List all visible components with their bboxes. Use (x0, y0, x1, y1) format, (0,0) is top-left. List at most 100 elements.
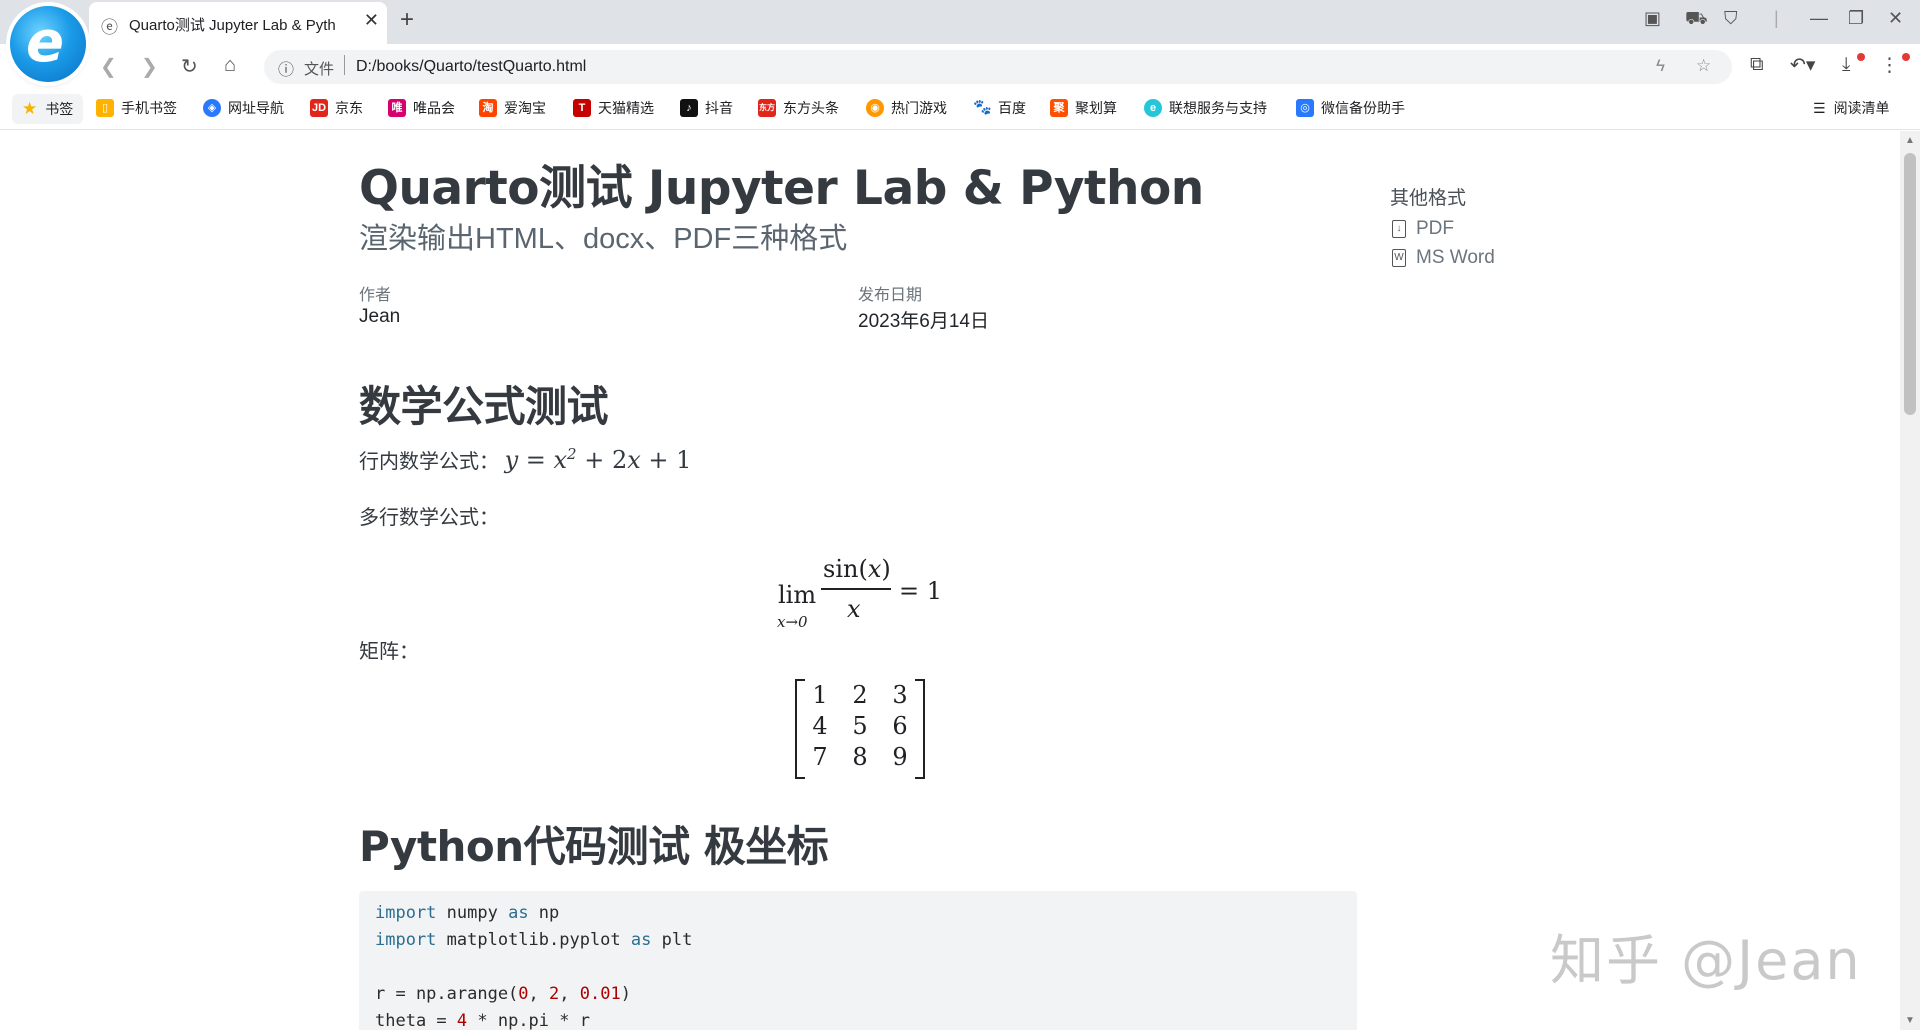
pdf-file-icon: ↓ (1392, 220, 1406, 238)
bookmark-vip[interactable]: 唯唯品会 (388, 98, 455, 118)
matrix-cell: 7 (812, 743, 828, 771)
wechat-backup-icon: ◎ (1296, 99, 1314, 117)
close-tab-icon[interactable]: ✕ (364, 10, 379, 31)
undo-close-icon[interactable]: ↶▾ (1790, 54, 1815, 77)
fraction-numerator: sin(x) (823, 555, 891, 583)
matrix-cell: 6 (892, 712, 908, 740)
author-label: 作者 (359, 287, 392, 304)
bookmark-wechat-backup[interactable]: ◎ 微信备份助手 (1296, 98, 1405, 118)
inline-formula: y = x2 + 2x + 1 (504, 445, 692, 474)
menu-dots-icon[interactable]: ⋮ (1880, 54, 1899, 77)
tab-bar: ⓔ Quarto测试 Jupyter Lab & Pyth ✕ + ▣ ⛟ ⛉ … (0, 0, 1920, 44)
url-box[interactable]: ⓘ 文件 D:/books/Quarto/testQuarto.html ϟ ☆ (264, 50, 1732, 84)
bookmark-label: 书签 (45, 101, 74, 117)
reload-button[interactable]: ↻ (181, 54, 198, 79)
matrix-cell: 5 (852, 712, 868, 740)
page-viewport: Quarto测试 Jupyter Lab & Python 渲染输出HTML、d… (0, 131, 1900, 1030)
reading-list-button[interactable]: ☰ 阅读清单 (1813, 98, 1890, 118)
math-section-heading: 数学公式测试 (359, 382, 609, 431)
bookmark-label: 微信备份助手 (1321, 100, 1405, 116)
info-icon[interactable]: ⓘ (278, 56, 294, 80)
download-badge (1857, 53, 1865, 61)
favorite-star-icon[interactable]: ☆ (1696, 56, 1711, 76)
matrix-cell: 3 (892, 681, 908, 709)
download-icon[interactable]: ⤓ (1842, 54, 1850, 76)
author-value: Jean (359, 306, 401, 327)
bookmark-label: 京东 (335, 100, 363, 116)
reading-list-label: 阅读清单 (1833, 100, 1890, 116)
back-button[interactable]: ❮ (100, 54, 117, 79)
scroll-thumb[interactable] (1904, 153, 1916, 415)
tmall-icon: T (573, 99, 591, 117)
code-line: import matplotlib.pyplot as plt (375, 930, 693, 950)
pdf-format-link[interactable]: ↓ PDF (1392, 218, 1454, 240)
browser-logo-icon: e (10, 6, 86, 82)
juhuasuan-icon: 聚 (1050, 99, 1068, 117)
limit-formula: lim x→0 sin(x) x = 1 (775, 551, 995, 641)
bookmark-label: 聚划算 (1075, 100, 1117, 116)
bookmark-games[interactable]: ◉ 热门游戏 (866, 98, 947, 118)
bookmarks-bar: ★ 书签 ▯ 手机书签 ◈ 网址导航 JD 京东 唯唯品会 淘爱淘宝 T 天猫精选 ♪ 抖… (0, 88, 1920, 130)
tab-favicon-icon: ⓔ (101, 18, 118, 37)
close-window-icon[interactable]: ✕ (1888, 8, 1903, 29)
pdf-link-label: PDF (1416, 218, 1454, 239)
incognito-icon[interactable]: ⛟ (1685, 8, 1708, 32)
douyin-icon: ♪ (680, 99, 698, 117)
forward-button[interactable]: ❯ (141, 54, 158, 79)
matrix-cell: 1 (812, 681, 828, 709)
scroll-up-arrow-icon[interactable]: ▲ (1905, 135, 1915, 146)
bookmark-label: 百度 (998, 100, 1026, 116)
right-bracket (915, 679, 925, 779)
other-formats-title: 其他格式 (1390, 188, 1467, 209)
taobao-icon: 淘 (479, 99, 497, 117)
page-subtitle: 渲染输出HTML、docx、PDF三种格式 (359, 223, 848, 255)
restore-icon[interactable]: ❐ (1848, 8, 1864, 29)
address-bar: ❮ ❯ ↻ ⌂ ⓘ 文件 D:/books/Quarto/testQuarto.… (0, 44, 1920, 88)
url-text[interactable]: D:/books/Quarto/testQuarto.html (356, 58, 586, 76)
bookmark-tmall[interactable]: T 天猫精选 (573, 98, 654, 118)
bookmark-nav[interactable]: ◈ 网址导航 (203, 98, 284, 118)
extensions-shirt-icon[interactable]: ⛉ (1724, 8, 1738, 29)
bookmark-label: 天猫精选 (598, 100, 654, 116)
bookmark-jd[interactable]: JD 京东 (310, 98, 363, 118)
minimize-icon[interactable]: — (1810, 8, 1828, 29)
word-file-icon: W (1392, 249, 1406, 267)
matrix: 1 2 3 4 5 6 7 8 9 (795, 679, 925, 779)
fraction-denominator: x (847, 595, 861, 623)
new-tab-button[interactable]: + (400, 6, 414, 34)
left-bracket (795, 679, 805, 779)
lenovo-icon: e (1144, 99, 1162, 117)
scroll-down-arrow-icon[interactable]: ▼ (1905, 1015, 1915, 1026)
bookmark-star-button[interactable]: ★ 书签 (12, 94, 84, 124)
bookmark-juhuasuan[interactable]: 聚聚划算 (1050, 98, 1117, 118)
bookmark-label: 联想服务与支持 (1169, 100, 1267, 116)
matrix-cell: 8 (852, 743, 868, 771)
bookmark-label: 抖音 (705, 100, 733, 116)
nav-site-icon: ◈ (203, 99, 221, 117)
bookmark-label: 唯品会 (413, 100, 455, 116)
bookmark-douyin[interactable]: ♪ 抖音 (680, 98, 733, 118)
browser-tab[interactable]: ⓔ Quarto测试 Jupyter Lab & Pyth ✕ (89, 2, 387, 44)
lightning-icon[interactable]: ϟ (1656, 56, 1665, 76)
bookmark-label: 网址导航 (228, 100, 284, 116)
home-button[interactable]: ⌂ (224, 54, 236, 77)
vip-icon: 唯 (388, 99, 406, 117)
word-format-link[interactable]: W MS Word (1392, 247, 1495, 269)
inline-math-label: 行内数学公式： (359, 451, 499, 473)
code-line: import numpy as np (375, 903, 560, 923)
extensions-icon[interactable]: ⧉ (1750, 54, 1764, 76)
bookmark-baidu[interactable]: 🐾 百度 (973, 98, 1026, 118)
matrix-cell: 4 (812, 712, 828, 740)
vertical-scrollbar[interactable]: ▲ ▼ (1900, 131, 1920, 1030)
bookmark-aitaobao[interactable]: 淘爱淘宝 (479, 98, 546, 118)
inline-math-paragraph: 行内数学公式： y = x2 + 2x + 1 (359, 445, 691, 474)
bookmark-label: 东方头条 (783, 100, 839, 116)
matrix-cell: 2 (852, 681, 868, 709)
bookmark-dftt[interactable]: 东方 东方头条 (758, 98, 839, 118)
bookmark-lenovo[interactable]: e 联想服务与支持 (1144, 98, 1267, 118)
code-block[interactable]: import numpy as np import matplotlib.pyp… (359, 891, 1357, 1030)
tab-list-icon[interactable]: ▣ (1644, 8, 1661, 29)
url-scheme-label: 文件 (304, 61, 335, 78)
bookmark-mobile[interactable]: ▯ 手机书签 (96, 98, 177, 118)
equals-one: = 1 (899, 577, 943, 605)
